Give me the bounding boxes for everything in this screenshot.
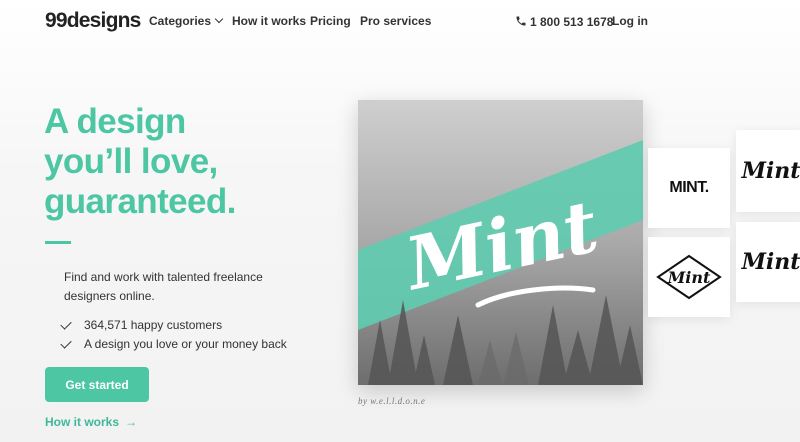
phone-icon: [515, 15, 527, 27]
nav-categories[interactable]: Categories: [149, 14, 224, 28]
nav-pro-services[interactable]: Pro services: [360, 14, 431, 28]
svg-text:Mint: Mint: [667, 268, 711, 287]
mint-artwork: Mint: [358, 100, 643, 385]
headline-line-1: A design: [44, 102, 186, 141]
logo-thumbnail: Mint: [648, 237, 730, 317]
login-link[interactable]: Log in: [612, 14, 648, 28]
top-nav: 99designs Categories How it works Pricin…: [0, 0, 800, 42]
thumbnail-text: Mint: [741, 249, 800, 275]
logo-thumbnail: Mint: [736, 222, 800, 302]
accent-divider: [45, 241, 71, 244]
bullet-text: A design you love or your money back: [84, 337, 287, 351]
bullet-text: 364,571 happy customers: [84, 318, 223, 332]
check-icon: [60, 337, 72, 349]
phone-number: 1 800 513 1678: [530, 15, 614, 29]
diamond-badge: Mint: [656, 254, 722, 300]
hero-subtext: Find and work with talented freelance de…: [64, 270, 263, 303]
how-it-works-label: How it works: [45, 415, 120, 429]
get-started-button[interactable]: Get started: [45, 367, 149, 402]
thumbnail-text: Mint: [741, 158, 800, 184]
chevron-down-icon: [214, 14, 224, 24]
arrow-right-icon: →: [125, 415, 138, 429]
hero-image: Mint: [358, 100, 643, 385]
logo-thumbnail: Mint: [736, 130, 800, 212]
nav-categories-label: Categories: [149, 14, 212, 28]
nav-how-it-works[interactable]: How it works: [232, 14, 306, 28]
logo-thumbnail: MINT.: [648, 148, 730, 228]
phone-link[interactable]: 1 800 513 1678: [515, 14, 613, 29]
nav-pricing[interactable]: Pricing: [310, 14, 351, 28]
headline-line-2: you’ll love,: [44, 142, 218, 181]
headline-line-3: guaranteed.: [44, 182, 236, 221]
thumbnail-text: MINT.: [669, 179, 709, 196]
check-icon: [60, 318, 72, 330]
image-credit: by w.e.l.l.d.o.n.e: [358, 396, 426, 406]
hero-headline: A design you’ll love, guaranteed.: [44, 102, 344, 222]
how-it-works-link[interactable]: How it works →: [45, 415, 137, 429]
logo[interactable]: 99designs: [45, 9, 141, 33]
